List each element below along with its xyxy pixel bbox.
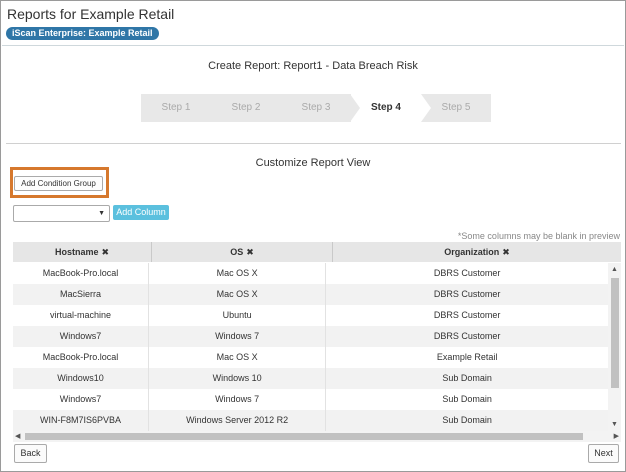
table-cell: MacBook-Pro.local — [13, 347, 150, 368]
table-body: MacBook-Pro.local Mac OS X DBRS Customer Ma… — [13, 263, 608, 431]
next-button[interactable]: Next — [588, 444, 619, 463]
page-title: Create Report: Report1 - Data Breach Ris… — [208, 60, 418, 72]
table-cell: MacSierra — [13, 284, 150, 305]
table-cell: WIN-F8M7IS6PVBA — [13, 410, 150, 431]
table-cell: Windows 10 — [149, 368, 327, 389]
table-row[interactable]: MacBook-Pro.local Mac OS X Example Retail — [13, 347, 608, 368]
horizontal-scrollbar[interactable]: ◀ ▶ — [13, 431, 621, 442]
chevron-down-icon: ▼ — [98, 210, 105, 217]
table-cell: Mac OS X — [149, 347, 327, 368]
close-icon[interactable]: ✖ — [101, 247, 109, 257]
table-cell: Windows7 — [13, 326, 150, 347]
scroll-up-icon[interactable]: ▲ — [611, 266, 618, 273]
table-row[interactable]: Windows7 Windows 7 DBRS Customer — [13, 326, 608, 347]
scroll-right-icon[interactable]: ▶ — [614, 432, 619, 440]
add-condition-group-button[interactable]: Add Condition Group — [14, 176, 103, 191]
close-icon[interactable]: ✖ — [502, 247, 510, 257]
table-cell: DBRS Customer — [433, 310, 501, 320]
table-cell: MacBook-Pro.local — [13, 263, 150, 284]
table-cell: Example Retail — [436, 352, 498, 362]
table-cell: Sub Domain — [442, 415, 492, 425]
table-cell: virtual-machine — [13, 305, 150, 326]
wizard-step-5[interactable]: Step 5 — [421, 94, 491, 122]
table-cell: DBRS Customer — [433, 268, 501, 278]
table-row[interactable]: MacBook-Pro.local Mac OS X DBRS Customer — [13, 263, 608, 284]
table-header: Hostname ✖ OS ✖ Organization ✖ — [13, 242, 621, 262]
table-cell: Windows Server 2012 R2 — [149, 410, 327, 431]
table-row[interactable]: Windows7 Windows 7 Sub Domain — [13, 389, 608, 410]
scroll-thumb[interactable] — [25, 433, 583, 440]
table-row[interactable]: MacSierra Mac OS X DBRS Customer — [13, 284, 608, 305]
vertical-scrollbar[interactable]: ▲ ▼ — [608, 263, 621, 431]
column-header-label: OS — [230, 247, 244, 257]
table-cell: Sub Domain — [442, 373, 492, 383]
table-cell: Windows 7 — [149, 389, 327, 410]
scroll-thumb[interactable] — [611, 278, 619, 388]
table-row[interactable]: Windows10 Windows 10 Sub Domain — [13, 368, 608, 389]
wizard-step-3[interactable]: Step 3 — [281, 94, 351, 122]
add-column-button[interactable]: Add Column — [113, 205, 169, 220]
wizard-step-1[interactable]: Step 1 — [141, 94, 211, 122]
header-divider — [2, 45, 624, 46]
wizard-step-2[interactable]: Step 2 — [211, 94, 281, 122]
column-header-hostname: Hostname ✖ — [13, 242, 152, 262]
column-header-label: Organization — [444, 247, 500, 257]
table-cell: DBRS Customer — [433, 331, 501, 341]
table-cell: Mac OS X — [149, 263, 327, 284]
scroll-down-icon[interactable]: ▼ — [611, 421, 618, 428]
table-cell: Sub Domain — [442, 394, 492, 404]
org-badge: iScan Enterprise: Example Retail — [6, 27, 159, 40]
back-button[interactable]: Back — [14, 444, 47, 463]
app-title: Reports for Example Retail — [7, 6, 175, 22]
preview-note: *Some columns may be blank in preview — [457, 231, 620, 241]
column-header-organization: Organization ✖ — [333, 242, 621, 262]
table-cell: DBRS Customer — [433, 289, 501, 299]
table-cell: Windows7 — [13, 389, 150, 410]
wizard-steps: Step 1 Step 2 Step 3 Step 4 Step 5 — [141, 94, 491, 122]
table-cell: Mac OS X — [149, 284, 327, 305]
table-cell: Ubuntu — [149, 305, 327, 326]
close-icon[interactable]: ✖ — [246, 247, 254, 257]
scroll-left-icon[interactable]: ◀ — [15, 432, 20, 440]
table-row[interactable]: WIN-F8M7IS6PVBA Windows Server 2012 R2 Sub… — [13, 410, 608, 431]
column-select[interactable]: ▼ — [13, 205, 110, 222]
table-cell: Windows 7 — [149, 326, 327, 347]
table-cell: Windows10 — [13, 368, 150, 389]
report-preview-table: Hostname ✖ OS ✖ Organization ✖ MacBook-Pro.… — [13, 242, 621, 432]
wizard-step-4[interactable]: Step 4 — [350, 94, 431, 122]
column-header-os: OS ✖ — [152, 242, 333, 262]
column-header-label: Hostname — [54, 247, 99, 257]
table-row[interactable]: virtual-machine Ubuntu DBRS Customer — [13, 305, 608, 326]
